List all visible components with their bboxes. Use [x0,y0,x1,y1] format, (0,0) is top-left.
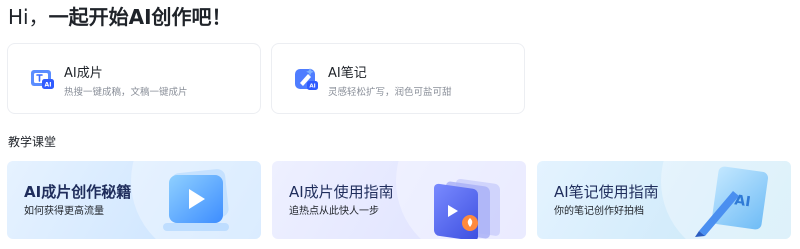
course-subtitle: 如何获得更高流量 [24,206,104,217]
course-subtitle: 你的笔记创作好拍档 [554,206,644,217]
greeting-text: 一起开始AI创作吧！ [48,5,232,29]
ai-video-title: AI成片 [64,66,103,81]
ai-video-card[interactable]: AI AI成片 热搜一键成稿，文稿一键成片 [7,43,261,114]
ai-note-card[interactable]: AI AI笔记 灵感轻松扩写，润色可盐可甜 [271,43,525,114]
greeting-heading: Hi，一起开始AI创作吧！ [8,3,232,31]
ai-note-icon: AI [295,68,318,90]
course-subtitle: 追热点从此快人一步 [289,206,379,217]
ai-note-desc: 灵感轻松扩写，润色可盐可甜 [328,87,452,98]
greeting-hi: Hi， [8,5,49,29]
ai-pen-illustration: AI [695,166,769,237]
course-title: AI成片创作秘籍 [24,183,132,201]
ai-video-icon: AI [31,70,54,89]
ai-video-desc: 热搜一键成稿，文稿一键成片 [64,87,188,98]
play-video-illustration [163,169,229,231]
svg-text:AI: AI [45,82,52,89]
section-title: 教学课堂 [8,135,57,149]
course-title: AI成片使用指南 [289,183,394,201]
ai-note-title: AI笔记 [328,66,367,81]
video-stack-illustration [434,178,500,239]
svg-text:AI: AI [309,84,315,90]
course-card-note-guide[interactable]: AI笔记使用指南 你的笔记创作好拍档 AI [537,161,791,239]
course-card-video-guide[interactable]: AI成片使用指南 追热点从此快人一步 [272,161,526,239]
course-title: AI笔记使用指南 [554,183,659,201]
course-card-video-secrets[interactable]: AI成片创作秘籍 如何获得更高流量 [7,161,261,239]
